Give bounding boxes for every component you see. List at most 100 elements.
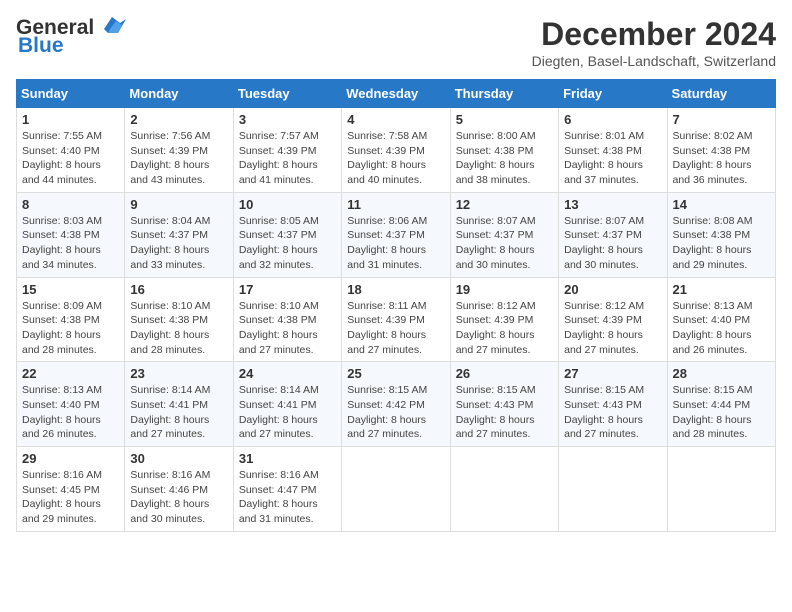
day-detail: Sunrise: 8:13 AMSunset: 4:40 PMDaylight:… — [673, 300, 753, 356]
day-cell-4: 4 Sunrise: 7:58 AMSunset: 4:39 PMDaylight… — [342, 108, 450, 193]
day-cell-28: 28 Sunrise: 8:15 AMSunset: 4:44 PMDayligh… — [667, 362, 775, 447]
day-number: 17 — [239, 282, 336, 297]
day-detail: Sunrise: 8:02 AMSunset: 4:38 PMDaylight:… — [673, 130, 753, 186]
day-cell-23: 23 Sunrise: 8:14 AMSunset: 4:41 PMDayligh… — [125, 362, 233, 447]
day-detail: Sunrise: 8:15 AMSunset: 4:44 PMDaylight:… — [673, 384, 753, 440]
day-detail: Sunrise: 8:06 AMSunset: 4:37 PMDaylight:… — [347, 215, 427, 271]
day-number: 6 — [564, 112, 661, 127]
day-number: 25 — [347, 366, 444, 381]
day-cell-24: 24Sunrise: 8:14 AMSunset: 4:41 PMDayligh… — [233, 362, 341, 447]
day-number: 4 — [347, 112, 444, 127]
day-detail: Sunrise: 7:58 AMSunset: 4:39 PMDaylight:… — [347, 130, 427, 186]
header-cell-saturday: Saturday — [667, 80, 775, 108]
day-detail: Sunrise: 8:15 AMSunset: 4:43 PMDaylight:… — [564, 384, 644, 440]
day-detail: Sunrise: 8:12 AMSunset: 4:39 PMDaylight:… — [564, 300, 644, 356]
day-detail: Sunrise: 8:09 AMSunset: 4:38 PMDaylight:… — [22, 300, 102, 356]
empty-cell — [559, 447, 667, 532]
header-cell-tuesday: Tuesday — [233, 80, 341, 108]
day-number: 16 — [130, 282, 227, 297]
day-cell-18: 18 Sunrise: 8:11 AMSunset: 4:39 PMDayligh… — [342, 277, 450, 362]
title-section: December 2024 Diegten, Basel-Landschaft,… — [532, 16, 776, 69]
calendar-table: SundayMondayTuesdayWednesdayThursdayFrid… — [16, 79, 776, 532]
day-cell-9: 9Sunrise: 8:04 AMSunset: 4:37 PMDaylight… — [125, 192, 233, 277]
day-number: 18 — [347, 282, 444, 297]
day-number: 23 — [130, 366, 227, 381]
day-cell-3: 3 Sunrise: 7:57 AMSunset: 4:39 PMDaylight… — [233, 108, 341, 193]
day-cell-11: 11 Sunrise: 8:06 AMSunset: 4:37 PMDayligh… — [342, 192, 450, 277]
day-cell-16: 16Sunrise: 8:10 AMSunset: 4:38 PMDayligh… — [125, 277, 233, 362]
day-cell-19: 19 Sunrise: 8:12 AMSunset: 4:39 PMDayligh… — [450, 277, 558, 362]
header-cell-monday: Monday — [125, 80, 233, 108]
day-number: 1 — [22, 112, 119, 127]
week-row-4: 22Sunrise: 8:13 AMSunset: 4:40 PMDayligh… — [17, 362, 776, 447]
day-cell-20: 20Sunrise: 8:12 AMSunset: 4:39 PMDayligh… — [559, 277, 667, 362]
day-detail: Sunrise: 7:57 AMSunset: 4:39 PMDaylight:… — [239, 130, 319, 186]
day-detail: Sunrise: 7:55 AMSunset: 4:40 PMDaylight:… — [22, 130, 102, 186]
header-cell-wednesday: Wednesday — [342, 80, 450, 108]
day-number: 30 — [130, 451, 227, 466]
day-cell-8: 8Sunrise: 8:03 AMSunset: 4:38 PMDaylight… — [17, 192, 125, 277]
day-number: 11 — [347, 197, 444, 212]
day-cell-12: 12 Sunrise: 8:07 AMSunset: 4:37 PMDayligh… — [450, 192, 558, 277]
day-cell-25: 25 Sunrise: 8:15 AMSunset: 4:42 PMDayligh… — [342, 362, 450, 447]
day-number: 24 — [239, 366, 336, 381]
day-cell-29: 29Sunrise: 8:16 AMSunset: 4:45 PMDayligh… — [17, 447, 125, 532]
week-row-2: 8Sunrise: 8:03 AMSunset: 4:38 PMDaylight… — [17, 192, 776, 277]
day-detail: Sunrise: 8:16 AMSunset: 4:47 PMDaylight:… — [239, 469, 319, 525]
day-cell-30: 30 Sunrise: 8:16 AMSunset: 4:46 PMDayligh… — [125, 447, 233, 532]
day-number: 26 — [456, 366, 553, 381]
day-number: 29 — [22, 451, 119, 466]
header-cell-friday: Friday — [559, 80, 667, 108]
week-row-3: 15 Sunrise: 8:09 AMSunset: 4:38 PMDayligh… — [17, 277, 776, 362]
day-detail: Sunrise: 8:15 AMSunset: 4:42 PMDaylight:… — [347, 384, 427, 440]
day-cell-31: 31 Sunrise: 8:16 AMSunset: 4:47 PMDayligh… — [233, 447, 341, 532]
day-detail: Sunrise: 8:03 AMSunset: 4:38 PMDaylight:… — [22, 215, 102, 271]
day-cell-27: 27 Sunrise: 8:15 AMSunset: 4:43 PMDayligh… — [559, 362, 667, 447]
day-cell-2: 2 Sunrise: 7:56 AMSunset: 4:39 PMDaylight… — [125, 108, 233, 193]
day-cell-22: 22Sunrise: 8:13 AMSunset: 4:40 PMDayligh… — [17, 362, 125, 447]
day-detail: Sunrise: 8:07 AMSunset: 4:37 PMDaylight:… — [456, 215, 536, 271]
day-number: 19 — [456, 282, 553, 297]
day-number: 28 — [673, 366, 770, 381]
day-cell-1: 1 Sunrise: 7:55 AMSunset: 4:40 PMDaylight… — [17, 108, 125, 193]
day-cell-5: 5 Sunrise: 8:00 AMSunset: 4:38 PMDaylight… — [450, 108, 558, 193]
day-cell-7: 7 Sunrise: 8:02 AMSunset: 4:38 PMDaylight… — [667, 108, 775, 193]
header-cell-sunday: Sunday — [17, 80, 125, 108]
day-number: 27 — [564, 366, 661, 381]
day-cell-26: 26 Sunrise: 8:15 AMSunset: 4:43 PMDayligh… — [450, 362, 558, 447]
week-row-5: 29Sunrise: 8:16 AMSunset: 4:45 PMDayligh… — [17, 447, 776, 532]
location: Diegten, Basel-Landschaft, Switzerland — [532, 53, 776, 69]
day-detail: Sunrise: 8:08 AMSunset: 4:38 PMDaylight:… — [673, 215, 753, 271]
day-number: 15 — [22, 282, 119, 297]
logo-bird-icon — [96, 15, 126, 37]
day-cell-10: 10 Sunrise: 8:05 AMSunset: 4:37 PMDayligh… — [233, 192, 341, 277]
day-cell-14: 14Sunrise: 8:08 AMSunset: 4:38 PMDayligh… — [667, 192, 775, 277]
day-detail: Sunrise: 8:13 AMSunset: 4:40 PMDaylight:… — [22, 384, 102, 440]
day-detail: Sunrise: 8:14 AMSunset: 4:41 PMDaylight:… — [130, 384, 210, 440]
day-detail: Sunrise: 8:04 AMSunset: 4:37 PMDaylight:… — [130, 215, 210, 271]
page-header: General Blue December 2024 Diegten, Base… — [16, 16, 776, 69]
day-number: 7 — [673, 112, 770, 127]
day-detail: Sunrise: 8:15 AMSunset: 4:43 PMDaylight:… — [456, 384, 536, 440]
day-detail: Sunrise: 8:07 AMSunset: 4:37 PMDaylight:… — [564, 215, 644, 271]
day-detail: Sunrise: 7:56 AMSunset: 4:39 PMDaylight:… — [130, 130, 210, 186]
day-detail: Sunrise: 8:10 AMSunset: 4:38 PMDaylight:… — [239, 300, 319, 356]
day-number: 31 — [239, 451, 336, 466]
day-number: 3 — [239, 112, 336, 127]
day-number: 10 — [239, 197, 336, 212]
day-number: 21 — [673, 282, 770, 297]
day-cell-13: 13Sunrise: 8:07 AMSunset: 4:37 PMDayligh… — [559, 192, 667, 277]
day-number: 12 — [456, 197, 553, 212]
logo-blue: Blue — [18, 34, 64, 58]
day-number: 5 — [456, 112, 553, 127]
week-row-1: 1 Sunrise: 7:55 AMSunset: 4:40 PMDaylight… — [17, 108, 776, 193]
day-detail: Sunrise: 8:05 AMSunset: 4:37 PMDaylight:… — [239, 215, 319, 271]
calendar-header: SundayMondayTuesdayWednesdayThursdayFrid… — [17, 80, 776, 108]
day-detail: Sunrise: 8:16 AMSunset: 4:46 PMDaylight:… — [130, 469, 210, 525]
day-detail: Sunrise: 8:12 AMSunset: 4:39 PMDaylight:… — [456, 300, 536, 356]
day-detail: Sunrise: 8:00 AMSunset: 4:38 PMDaylight:… — [456, 130, 536, 186]
day-detail: Sunrise: 8:11 AMSunset: 4:39 PMDaylight:… — [347, 300, 426, 356]
day-cell-17: 17 Sunrise: 8:10 AMSunset: 4:38 PMDayligh… — [233, 277, 341, 362]
header-row: SundayMondayTuesdayWednesdayThursdayFrid… — [17, 80, 776, 108]
day-number: 2 — [130, 112, 227, 127]
